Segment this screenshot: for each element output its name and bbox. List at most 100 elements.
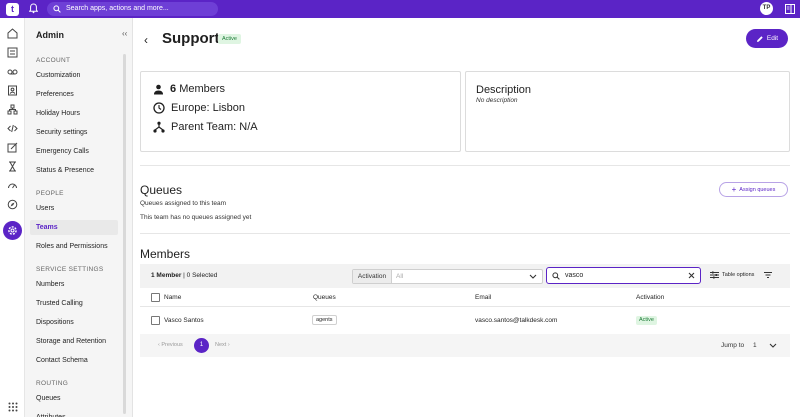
sidebar-item-dispositions[interactable]: Dispositions [30, 315, 118, 330]
timezone-row: Europe: Lisbon [153, 102, 245, 114]
timezone-text: Europe: Lisbon [171, 102, 245, 114]
person-icon [154, 84, 163, 94]
sidebar-scrollbar[interactable] [123, 54, 126, 414]
parent-team-row: Parent Team: N/A [153, 121, 258, 133]
contacts-icon[interactable] [5, 83, 20, 98]
column-header-activation[interactable]: Activation [636, 294, 664, 301]
collapse-sidebar-icon[interactable]: ‹‹ [122, 29, 127, 38]
app-rail [0, 18, 25, 417]
chevron-down-icon[interactable] [769, 343, 777, 348]
queues-subtitle: Queues assigned to this team [140, 200, 226, 207]
flow-icon[interactable] [5, 102, 20, 117]
sidebar-item-holiday-hours[interactable]: Holiday Hours [30, 106, 118, 121]
members-label: Members [179, 83, 226, 95]
sidebar-item-security-settings[interactable]: Security settings [30, 125, 118, 140]
sidebar-item-emergency-calls[interactable]: Emergency Calls [30, 144, 118, 159]
column-header-name[interactable]: Name [164, 294, 181, 301]
jump-to-value[interactable]: 1 [753, 342, 757, 349]
jump-to-label: Jump to [721, 342, 745, 349]
clear-search-icon[interactable] [688, 272, 695, 279]
page-title: Support [162, 30, 220, 47]
filter-icon[interactable] [764, 272, 772, 278]
sidebar-item-attributes[interactable]: Attributes [30, 410, 118, 417]
bell-icon[interactable] [29, 3, 38, 14]
apps-grid-icon[interactable] [5, 399, 20, 414]
edit-note-icon[interactable] [5, 140, 20, 155]
next-label: Next [215, 342, 227, 348]
member-search-field[interactable] [546, 267, 701, 284]
queue-tag: agents [312, 315, 337, 325]
sidebar-item-numbers[interactable]: Numbers [30, 277, 118, 292]
sidebar-section-service-settings: SERVICE SETTINGS [36, 266, 104, 273]
sidebar-section-routing: ROUTING [36, 380, 69, 387]
member-search-input[interactable] [565, 270, 675, 281]
select-all-checkbox[interactable] [151, 293, 160, 302]
edit-button[interactable]: Edit [746, 29, 788, 48]
member-count-text: 1 Member [151, 272, 182, 279]
sidebar-item-storage-retention[interactable]: Storage and Retention [30, 334, 118, 349]
next-page-button[interactable]: Next › [215, 342, 230, 348]
sidebar-title: Admin [36, 30, 64, 40]
table-options-button[interactable]: Table options [710, 271, 754, 279]
divider [140, 233, 790, 234]
description-card: Description No description [465, 71, 790, 152]
member-name[interactable]: Vasco Santos [164, 317, 204, 324]
checklist-icon[interactable] [5, 45, 20, 60]
activation-badge: Active [636, 316, 657, 325]
main-content: ‹ Support Active Edit 6 Members Europe: … [134, 18, 800, 417]
page-number-1[interactable]: 1 [194, 338, 209, 353]
activation-filter[interactable]: Activation All [352, 269, 543, 284]
header-divider [140, 306, 790, 307]
status-badge: Active [218, 34, 241, 44]
column-header-queues[interactable]: Queues [313, 294, 336, 301]
global-search-placeholder: Search apps, actions and more... [66, 5, 169, 12]
user-avatar[interactable]: TP [760, 2, 773, 15]
sidebar-item-users[interactable]: Users [30, 201, 118, 216]
selected-count-text: | 0 Selected [181, 272, 218, 279]
activation-filter-value: All [396, 273, 404, 280]
app-logo[interactable]: t [6, 3, 19, 16]
sidebar-section-people: PEOPLE [36, 190, 64, 197]
parent-team-text: Parent Team: N/A [171, 121, 258, 133]
sidebar-item-customization[interactable]: Customization [30, 68, 118, 83]
column-header-email[interactable]: Email [475, 294, 491, 301]
sidebar-item-preferences[interactable]: Preferences [30, 87, 118, 102]
members-title: Members [140, 247, 191, 261]
queues-title: Queues [140, 183, 183, 197]
admin-settings-icon[interactable] [3, 221, 22, 240]
plus-icon: + [731, 184, 737, 194]
voicemail-icon[interactable] [5, 64, 20, 79]
global-search-bar[interactable]: Search apps, actions and more... [47, 2, 218, 16]
sidebar-item-roles-permissions[interactable]: Roles and Permissions [30, 239, 118, 254]
sidebar-item-teams[interactable]: Teams [30, 220, 118, 235]
description-text: No description [476, 97, 518, 104]
previous-page-button[interactable]: ‹ Previous [158, 342, 183, 348]
table-options-label: Table options [722, 272, 755, 278]
panel-layout-icon[interactable] [785, 4, 795, 14]
search-icon [552, 272, 560, 280]
pencil-icon [756, 35, 763, 42]
assign-queues-button[interactable]: + Assign queues [719, 182, 788, 197]
selection-count: 1 Member | 0 Selected [151, 272, 217, 279]
sidebar-section-account: ACCOUNT [36, 57, 71, 64]
sidebar-item-queues[interactable]: Queues [30, 391, 118, 406]
previous-label: Previous [161, 342, 183, 348]
members-count-row: 6 Members [153, 83, 225, 95]
hourglass-icon[interactable] [5, 159, 20, 174]
sidebar-item-status-presence[interactable]: Status & Presence [30, 163, 118, 178]
speedometer-icon[interactable] [5, 178, 20, 193]
member-email: vasco.santos@talkdesk.com [475, 317, 558, 324]
queues-empty-text: This team has no queues assigned yet [140, 214, 252, 221]
sidebar-item-contact-schema[interactable]: Contact Schema [30, 353, 118, 368]
sliders-icon [710, 271, 719, 279]
pagination-bar: ‹ Previous 1 Next › Jump to 1 [140, 334, 790, 357]
sidebar-item-trusted-calling[interactable]: Trusted Calling [30, 296, 118, 311]
activation-filter-label: Activation [353, 270, 392, 283]
row-checkbox[interactable] [151, 316, 160, 325]
back-arrow-icon[interactable]: ‹ [144, 33, 148, 47]
code-icon[interactable] [5, 121, 20, 136]
compass-icon[interactable] [5, 197, 20, 212]
members-toolbar: 1 Member | 0 Selected Activation All Tab… [140, 264, 790, 288]
divider [140, 165, 790, 166]
home-icon[interactable] [5, 26, 20, 41]
